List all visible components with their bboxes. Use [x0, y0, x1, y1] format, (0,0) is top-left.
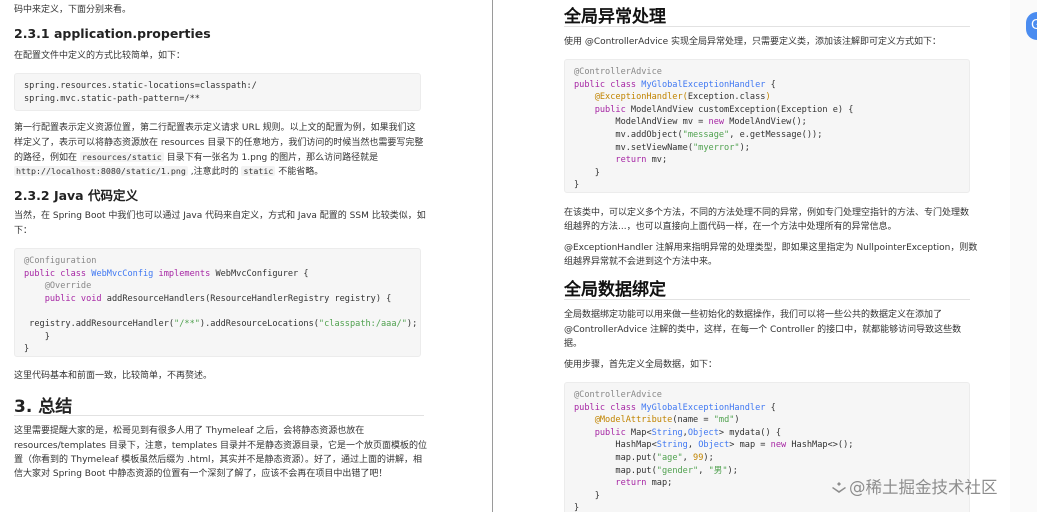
code-line: spring.mvc.static-path-pattern=/**: [24, 93, 200, 104]
heading-rule: [14, 415, 424, 416]
code-block-exception-handler: @ControllerAdvice public class MyGlobalEx…: [564, 59, 970, 193]
code-line: public void addResourceHandlers(Resource…: [24, 293, 392, 304]
code-line: }: [24, 344, 30, 355]
code-block-properties: spring.resources.static-locations=classp…: [14, 73, 421, 111]
heading-global-exception: 全局异常处理: [564, 7, 666, 27]
code-line: ModelAndView mv = new ModelAndView();: [574, 117, 807, 128]
s232-after: 这里代码基本和前面一致，比较简单，不再赘述。: [14, 371, 213, 381]
inline-code: http://localhost:8080/static/1.png: [14, 166, 188, 176]
s3-para-line: 这里需要提醒大家的是，松哥见到有很多人用了 Thymeleaf 之后，会将静态资…: [14, 426, 365, 436]
code-line: mv.setViewName("myerror");: [574, 142, 750, 153]
inline-code: static: [241, 166, 276, 176]
exc-intro: 使用 @ControllerAdvice 实现全局异常处理，只需要定义类，添加该…: [564, 37, 942, 47]
code-line: spring.resources.static-locations=classp…: [24, 81, 257, 91]
heading-2-3-1: 2.3.1 application.properties: [14, 26, 211, 41]
s3-para-line: 信大家对 Spring Boot 中静态资源的位置有一个深刻了解了，应该不会再在…: [14, 469, 388, 479]
heading-rule: [564, 26, 970, 27]
code-line: @ExceptionHandler(Exception.class): [574, 92, 771, 103]
heading-3-summary: 3. 总结: [14, 397, 73, 417]
left-page: 码中来定义，下面分别来看。 2.3.1 application.properti…: [0, 0, 490, 512]
heading-rule: [564, 299, 970, 300]
code-line: @ControllerAdvice: [574, 67, 662, 77]
juejin-logo-icon: [832, 482, 846, 493]
watermark-text: @稀土掘金技术社区: [849, 478, 998, 497]
code-line: public class MyGlobalExceptionHandler {: [574, 402, 776, 413]
code-line: @ControllerAdvice: [574, 390, 662, 400]
code-line: }: [574, 167, 600, 178]
heading-2-3-2: 2.3.2 Java 代码定义: [14, 188, 138, 203]
code-line: return mv;: [574, 155, 668, 166]
code-line: registry.addResourceHandler("/**").addRe…: [24, 318, 418, 329]
top-line: 码中来定义，下面分别来看。: [14, 5, 132, 15]
code-line: @Configuration: [24, 256, 97, 266]
right-gutter: [1010, 0, 1037, 512]
floating-extension-badge[interactable]: G: [1026, 12, 1037, 40]
bind-step: 使用步骤，首先定义全局数据，如下：: [564, 360, 718, 370]
exc-para2-line: 组越界异常就不会进到这个方法中来。: [564, 257, 718, 267]
bind-para-line: 据。: [564, 339, 583, 349]
right-page: 全局异常处理 使用 @ControllerAdvice 实现全局异常处理，只需要…: [495, 0, 1010, 512]
s232-para-line: 当然，在 Spring Boot 中我们也可以通过 Java 代码来自定义，方式…: [14, 211, 426, 221]
s231-para-line: 第一行配置表示定义资源位置，第二行配置表示定义请求 URL 规则。以上文的配置为…: [14, 123, 416, 133]
code-line: public ModelAndView customException(Exce…: [574, 104, 854, 115]
code-block-webmvcconfig: @Configuration public class WebMvcConfig …: [14, 248, 421, 357]
exc-para-line: 组越界的方法...，也可以直接向上面代码一样，在一个方法中处理所有的异常信息。: [564, 222, 897, 232]
watermark: @稀土掘金技术社区: [832, 474, 998, 498]
s232-para-line: 下：: [14, 226, 33, 236]
code-line: public class MyGlobalExceptionHandler {: [574, 79, 776, 90]
s231-para-line: http://localhost:8080/static/1.png ,注意此时…: [14, 166, 324, 177]
bind-para-line: @ControllerAdvice 注解的类中，这样，在每一个 Controll…: [564, 325, 962, 335]
code-line: }: [574, 503, 580, 512]
inline-code: resources/static: [79, 152, 164, 162]
page-divider: [492, 0, 493, 512]
code-line: mv.addObject("message", e.getMessage());: [574, 129, 823, 140]
s231-intro: 在配置文件中定义的方式比较简单，如下：: [14, 51, 186, 61]
code-line: public Map<String,Object> mydata() {: [574, 427, 781, 438]
code-line: public class WebMvcConfig implements Web…: [24, 268, 309, 279]
heading-global-data-binding: 全局数据绑定: [564, 280, 666, 300]
code-line: map.put("age", 99);: [574, 452, 714, 463]
code-line: @Override: [24, 281, 92, 292]
code-line: HashMap<String, Object> map = new HashMa…: [574, 440, 854, 451]
code-line: @ModelAttribute(name = "md"): [574, 415, 740, 426]
code-line: }: [574, 180, 580, 191]
code-line: }: [24, 331, 50, 342]
bind-para-line: 全局数据绑定功能可以用来做一些初始化的数据操作，我们可以将一些公共的数据定义在添…: [564, 310, 943, 320]
